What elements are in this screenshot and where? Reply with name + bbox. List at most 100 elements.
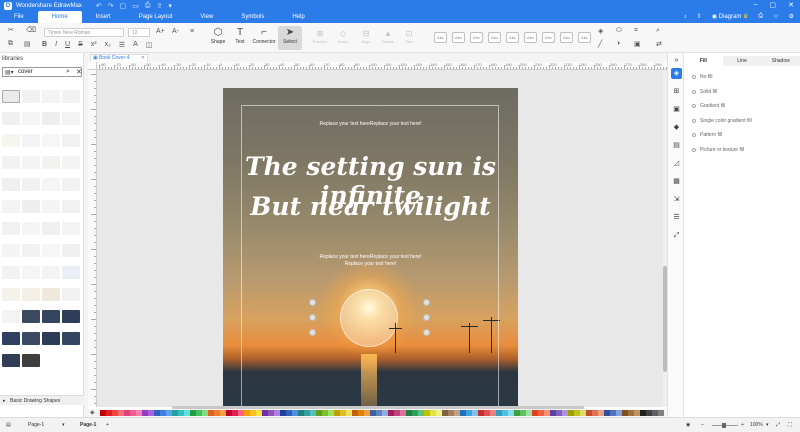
text-tool[interactable]: T Text: [228, 26, 252, 50]
library-thumbnail[interactable]: [22, 222, 40, 235]
rotate-tool[interactable]: ▲ Rotate: [377, 28, 399, 44]
fit-page-icon[interactable]: ⤢: [776, 422, 780, 428]
line-style-icon[interactable]: ╱: [598, 40, 602, 48]
redo-icon[interactable]: ↷: [108, 2, 114, 10]
settings-icon[interactable]: ⚙: [789, 13, 794, 20]
search-icon[interactable]: ⌕: [66, 68, 70, 76]
library-thumbnail[interactable]: [62, 178, 80, 191]
zoom-slider-handle[interactable]: [722, 423, 726, 428]
drawing-canvas[interactable]: Replace your text hereReplace your text …: [97, 70, 663, 407]
layers-icon[interactable]: ◆: [671, 122, 682, 133]
list-panel-icon[interactable]: ☰: [671, 212, 682, 223]
fill-option-gradient[interactable]: Gradient fill: [692, 103, 725, 109]
selection-handle[interactable]: [309, 299, 316, 306]
cut-icon[interactable]: ✂: [8, 26, 14, 34]
more-icon[interactable]: ▾: [168, 2, 172, 10]
selection-handle[interactable]: [423, 329, 430, 336]
selection-handle[interactable]: [309, 314, 316, 321]
library-thumbnail[interactable]: [2, 266, 20, 279]
lock-icon[interactable]: ▣: [634, 40, 641, 48]
page-selector[interactable]: Page-1: [28, 422, 44, 428]
library-thumbnail[interactable]: [22, 200, 40, 213]
fill-panel-icon[interactable]: ◈: [671, 68, 682, 79]
library-icon[interactable]: ▤▾: [5, 69, 14, 76]
cover-sub-text[interactable]: Replace your text hereReplace your text …: [223, 254, 518, 268]
library-thumbnail[interactable]: [2, 244, 20, 257]
crop-icon[interactable]: ⌗: [634, 27, 638, 35]
font-family-select[interactable]: Times New Roman: [44, 28, 124, 37]
maximize-icon[interactable]: ▢: [770, 1, 777, 9]
close-icon[interactable]: ✕: [788, 1, 794, 9]
cover-top-text[interactable]: Replace your text hereReplace your text …: [223, 121, 518, 127]
chevron-down-icon[interactable]: ▾: [62, 422, 65, 428]
print-icon-header[interactable]: ⎙: [758, 13, 763, 20]
library-thumbnail[interactable]: [2, 354, 20, 367]
library-thumbnail[interactable]: [22, 332, 40, 345]
library-thumbnail[interactable]: [2, 310, 20, 323]
diagram-menu[interactable]: ◉ Diagram ♛: [712, 13, 749, 20]
library-thumbnail[interactable]: [2, 288, 20, 301]
menu-insert[interactable]: Insert: [82, 11, 125, 23]
color-swatch[interactable]: [658, 410, 664, 416]
menu-home[interactable]: Home: [37, 11, 82, 23]
library-thumbnail[interactable]: [2, 178, 20, 191]
copy-icon[interactable]: ⧉: [8, 40, 13, 48]
library-thumbnail[interactable]: [42, 288, 60, 301]
collapse-panel-icon[interactable]: »: [671, 55, 682, 66]
fill-option-pattern[interactable]: Pattern fill: [692, 132, 722, 138]
fill-option-picture[interactable]: Picture or texture fill: [692, 147, 744, 153]
font-grow-icon[interactable]: A+: [156, 28, 165, 35]
menu-symbols[interactable]: Symbols: [227, 11, 278, 23]
list-icon[interactable]: ☰: [119, 41, 125, 49]
library-thumbnail[interactable]: [22, 288, 40, 301]
style-preset-4[interactable]: Abc: [488, 32, 501, 43]
export-icon[interactable]: ⇪: [157, 2, 163, 10]
library-thumbnail[interactable]: [42, 90, 60, 103]
superscript-icon[interactable]: x²: [91, 41, 97, 49]
bell-icon[interactable]: ♪: [684, 14, 687, 20]
library-thumbnail[interactable]: [42, 222, 60, 235]
fill-bucket-icon[interactable]: ◈: [598, 27, 603, 35]
open-folder-icon[interactable]: ▭: [132, 2, 139, 10]
library-thumbnail[interactable]: [22, 178, 40, 191]
focus-mode-icon[interactable]: ◉: [686, 422, 690, 428]
fill-option-solid[interactable]: Solid fill: [692, 89, 717, 95]
table-icon[interactable]: ▦: [671, 176, 682, 187]
library-thumbnail[interactable]: [62, 112, 80, 125]
library-thumbnail[interactable]: [62, 266, 80, 279]
page-list-icon[interactable]: ▤: [6, 422, 11, 428]
replace-icon[interactable]: ⇄: [656, 40, 662, 48]
basic-drawing-shapes-section[interactable]: ▸ Basic Drawing Shapes: [0, 395, 84, 405]
style-preset-6[interactable]: Abc: [524, 32, 537, 43]
menu-page-layout[interactable]: Page Layout: [125, 11, 187, 23]
shadow-icon[interactable]: ◑: [616, 40, 620, 47]
paste-icon[interactable]: ▤: [24, 40, 31, 48]
library-thumbnail[interactable]: [22, 266, 40, 279]
align-left-icon[interactable]: ≡: [190, 28, 194, 35]
library-thumbnail[interactable]: [62, 90, 80, 103]
tab-fill[interactable]: Fill: [684, 56, 723, 66]
export-panel-icon[interactable]: ⇲: [671, 194, 682, 205]
library-thumbnail[interactable]: [42, 310, 60, 323]
bold-button[interactable]: B: [42, 41, 47, 49]
selection-handle[interactable]: [309, 329, 316, 336]
zoom-in-icon[interactable]: +: [741, 422, 744, 428]
search-icon-ribbon[interactable]: ⌕: [656, 27, 660, 35]
library-thumbnail[interactable]: [42, 134, 60, 147]
font-size-select[interactable]: 12: [128, 28, 150, 37]
cover-headline-2[interactable]: But near twilight: [223, 192, 518, 221]
fill-option-single-color-gradient[interactable]: Single color gradient fill: [692, 118, 752, 124]
library-thumbnail[interactable]: [22, 134, 40, 147]
add-page-icon[interactable]: +: [106, 422, 109, 428]
style-preset-7[interactable]: Abc: [542, 32, 555, 43]
library-thumbnail[interactable]: [62, 200, 80, 213]
library-thumbnail[interactable]: [2, 112, 20, 125]
library-thumbnail[interactable]: [62, 310, 80, 323]
zoom-level[interactable]: 100%: [750, 422, 763, 428]
share-icon[interactable]: ⇧: [697, 13, 702, 20]
library-thumbnail[interactable]: [2, 200, 20, 213]
library-thumbnail[interactable]: [62, 244, 80, 257]
style-preset-9[interactable]: Abc: [578, 32, 591, 43]
selection-handle[interactable]: [423, 314, 430, 321]
close-icon-search[interactable]: ✕: [76, 68, 82, 76]
